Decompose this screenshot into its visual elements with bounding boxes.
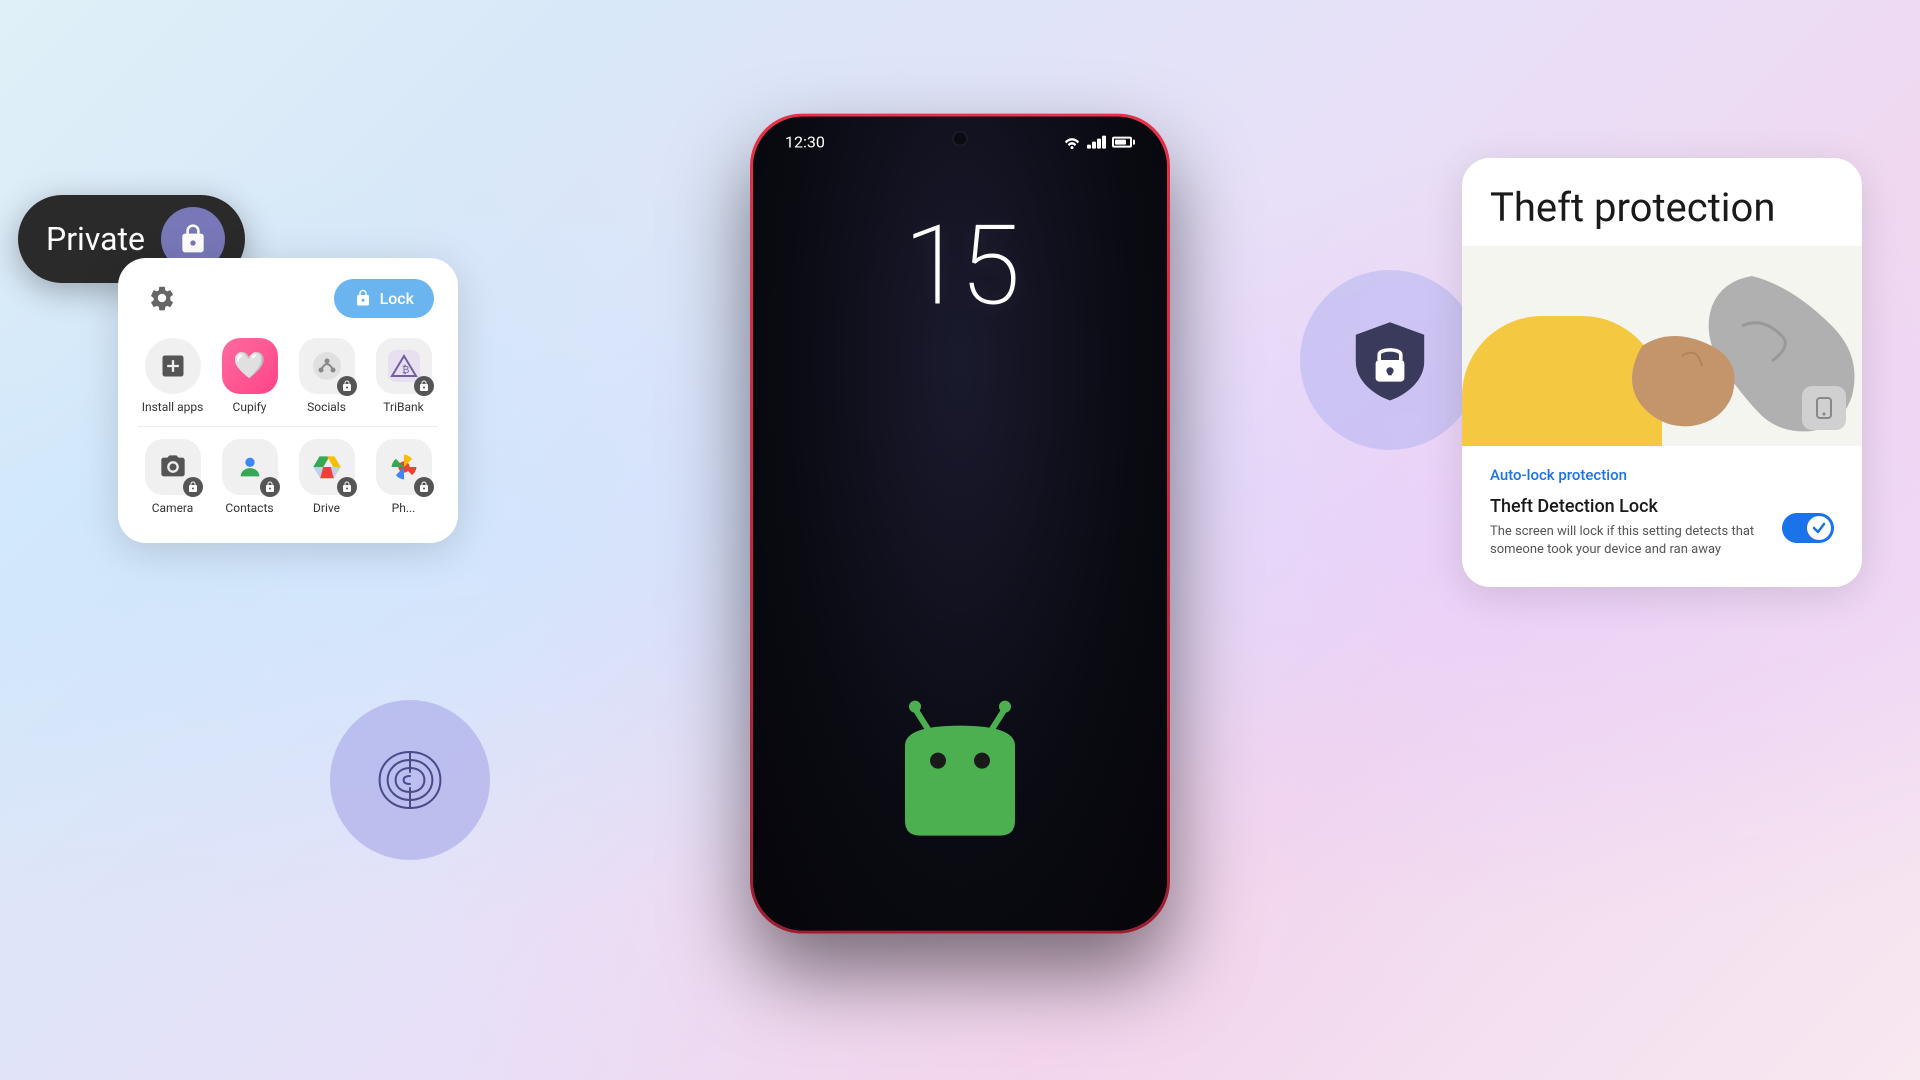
app-item-install[interactable]: Install apps bbox=[138, 338, 207, 414]
settings-button[interactable] bbox=[142, 278, 182, 318]
tribank-lock-badge bbox=[414, 376, 434, 396]
photos-lock-badge bbox=[414, 477, 434, 497]
apps-row-2: Camera Contacts bbox=[138, 439, 438, 515]
app-item-photos[interactable]: Ph... bbox=[369, 439, 438, 515]
app-item-camera[interactable]: Camera bbox=[138, 439, 207, 515]
drive-lock-badge bbox=[337, 477, 357, 497]
toggle-knob bbox=[1807, 516, 1831, 540]
phone-clock: 15 bbox=[903, 212, 1016, 322]
apps-row-1: Install apps 🤍 Cupify bbox=[138, 338, 438, 414]
theft-card-header: Theft protection bbox=[1462, 158, 1862, 230]
app-label-tribank: TriBank bbox=[383, 400, 423, 414]
theft-detection-row: Theft Detection Lock The screen will loc… bbox=[1490, 496, 1834, 559]
theft-title: Theft protection bbox=[1490, 186, 1834, 230]
app-item-socials[interactable]: Socials bbox=[292, 338, 361, 414]
app-label-cupify: Cupify bbox=[233, 400, 267, 414]
phone-screen: 12:30 bbox=[753, 117, 1167, 931]
battery-icon bbox=[1112, 137, 1135, 148]
settings-icon bbox=[148, 284, 176, 312]
signal-icon bbox=[1087, 136, 1106, 149]
check-icon bbox=[1812, 521, 1826, 535]
theft-card-body: Auto-lock protection Theft Detection Loc… bbox=[1462, 446, 1862, 587]
svg-text:₿: ₿ bbox=[402, 364, 409, 376]
lock-button[interactable]: Lock bbox=[334, 279, 434, 318]
app-label-photos: Ph... bbox=[392, 501, 416, 515]
status-time: 12:30 bbox=[785, 133, 825, 152]
theft-illustration bbox=[1462, 246, 1862, 446]
contacts-lock-badge bbox=[260, 477, 280, 497]
drive-icon bbox=[299, 439, 355, 495]
illus-phone-small-icon bbox=[1802, 386, 1846, 430]
theft-protection-card: Theft protection Auto-lock protection Th… bbox=[1462, 158, 1862, 587]
app-item-contacts[interactable]: Contacts bbox=[215, 439, 284, 515]
app-item-drive[interactable]: Drive bbox=[292, 439, 361, 515]
app-label-camera: Camera bbox=[152, 501, 194, 515]
lock-button-icon bbox=[354, 289, 372, 307]
fingerprint-icon bbox=[370, 740, 450, 820]
detection-title: Theft Detection Lock bbox=[1490, 496, 1766, 517]
panel-header: Lock bbox=[138, 278, 438, 318]
toggle-text: Theft Detection Lock The screen will loc… bbox=[1490, 496, 1766, 559]
app-label-socials: Socials bbox=[307, 400, 346, 414]
android-mascot bbox=[860, 691, 1060, 851]
app-item-cupify[interactable]: 🤍 Cupify bbox=[215, 338, 284, 414]
phone-outer-frame: 12:30 bbox=[750, 114, 1170, 934]
socials-icon bbox=[299, 338, 355, 394]
divider bbox=[138, 426, 438, 427]
status-icons bbox=[1063, 135, 1135, 149]
cupify-icon: 🤍 bbox=[222, 338, 278, 394]
install-icon bbox=[145, 338, 201, 394]
wifi-icon bbox=[1063, 135, 1081, 149]
phone-mockup: 12:30 bbox=[750, 114, 1170, 934]
contacts-icon bbox=[222, 439, 278, 495]
camera-icon bbox=[145, 439, 201, 495]
photos-icon bbox=[376, 439, 432, 495]
private-label: Private bbox=[46, 220, 145, 258]
app-label-drive: Drive bbox=[313, 501, 340, 515]
cupify-emoji: 🤍 bbox=[233, 351, 265, 381]
app-grid-panel: Lock Install apps 🤍 Cupify bbox=[118, 258, 458, 543]
theft-detection-toggle[interactable] bbox=[1782, 513, 1834, 543]
detection-desc: The screen will lock if this setting det… bbox=[1490, 523, 1766, 559]
phone-inner: 12:30 bbox=[753, 117, 1167, 931]
app-label-contacts: Contacts bbox=[225, 501, 273, 515]
camera-cutout bbox=[952, 131, 968, 147]
shield-lock-icon bbox=[1345, 315, 1435, 405]
lock-button-label: Lock bbox=[380, 289, 414, 308]
socials-lock-badge bbox=[337, 376, 357, 396]
app-item-tribank[interactable]: ₿ TriBank bbox=[369, 338, 438, 414]
tribank-icon: ₿ bbox=[376, 338, 432, 394]
lock-icon bbox=[177, 223, 209, 255]
camera-lock-badge bbox=[183, 477, 203, 497]
app-label-install: Install apps bbox=[142, 400, 204, 414]
auto-lock-link[interactable]: Auto-lock protection bbox=[1490, 466, 1834, 484]
fingerprint-bubble bbox=[330, 700, 490, 860]
shield-bubble bbox=[1300, 270, 1480, 450]
